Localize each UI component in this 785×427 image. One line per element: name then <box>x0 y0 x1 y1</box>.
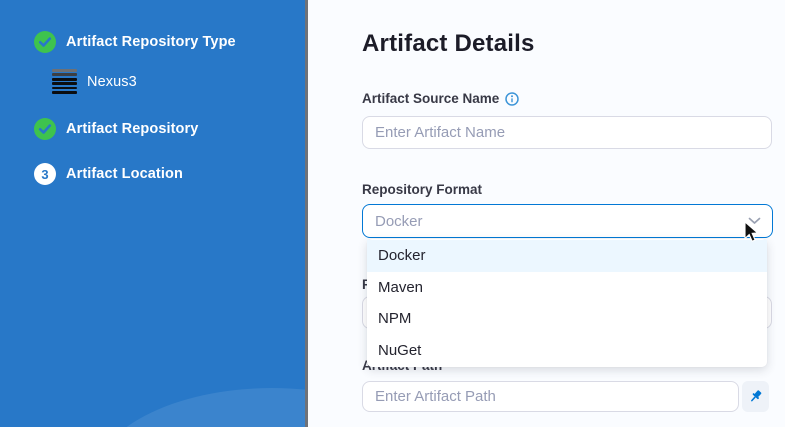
repository-format-label: Repository Format <box>362 182 482 197</box>
dropdown-option-npm[interactable]: NPM <box>367 303 767 335</box>
info-icon[interactable] <box>505 92 519 106</box>
sidebar-decorative-circle <box>92 388 305 427</box>
dropdown-option-maven[interactable]: Maven <box>367 272 767 304</box>
step-label: Artifact Repository Type <box>66 34 236 50</box>
page-title: Artifact Details <box>362 30 535 58</box>
artifact-path-input[interactable] <box>362 381 739 412</box>
check-circle-icon <box>34 118 56 140</box>
artifact-source-name-label: Artifact Source Name <box>362 91 519 106</box>
check-circle-icon <box>34 31 56 53</box>
step-number-badge: 3 <box>34 163 56 185</box>
select-value: Docker <box>375 213 423 230</box>
step-label: Nexus3 <box>87 74 137 90</box>
artifact-source-name-input[interactable] <box>362 116 772 149</box>
sidebar-step-artifact-location[interactable]: 3 Artifact Location <box>34 163 183 185</box>
wizard-sidebar: Artifact Repository Type Nexus3 Artifact… <box>0 0 305 427</box>
repository-format-select[interactable]: Docker <box>362 204 773 238</box>
pin-button[interactable] <box>742 381 769 412</box>
sidebar-step-artifact-repository-type[interactable]: Artifact Repository Type <box>34 31 236 53</box>
dropdown-option-docker[interactable]: Docker <box>367 240 767 272</box>
dropdown-option-nuget[interactable]: NuGet <box>367 335 767 367</box>
pin-icon <box>748 389 763 404</box>
step-label: Artifact Repository <box>66 121 198 137</box>
nexus3-icon <box>52 68 77 95</box>
sidebar-step-artifact-repository[interactable]: Artifact Repository <box>34 118 198 140</box>
sidebar-step-nexus3[interactable]: Nexus3 <box>52 68 137 95</box>
step-label: Artifact Location <box>66 166 183 182</box>
panel-divider <box>305 0 308 427</box>
repository-format-dropdown: Docker Maven NPM NuGet <box>367 239 767 367</box>
chevron-down-icon <box>748 217 761 225</box>
